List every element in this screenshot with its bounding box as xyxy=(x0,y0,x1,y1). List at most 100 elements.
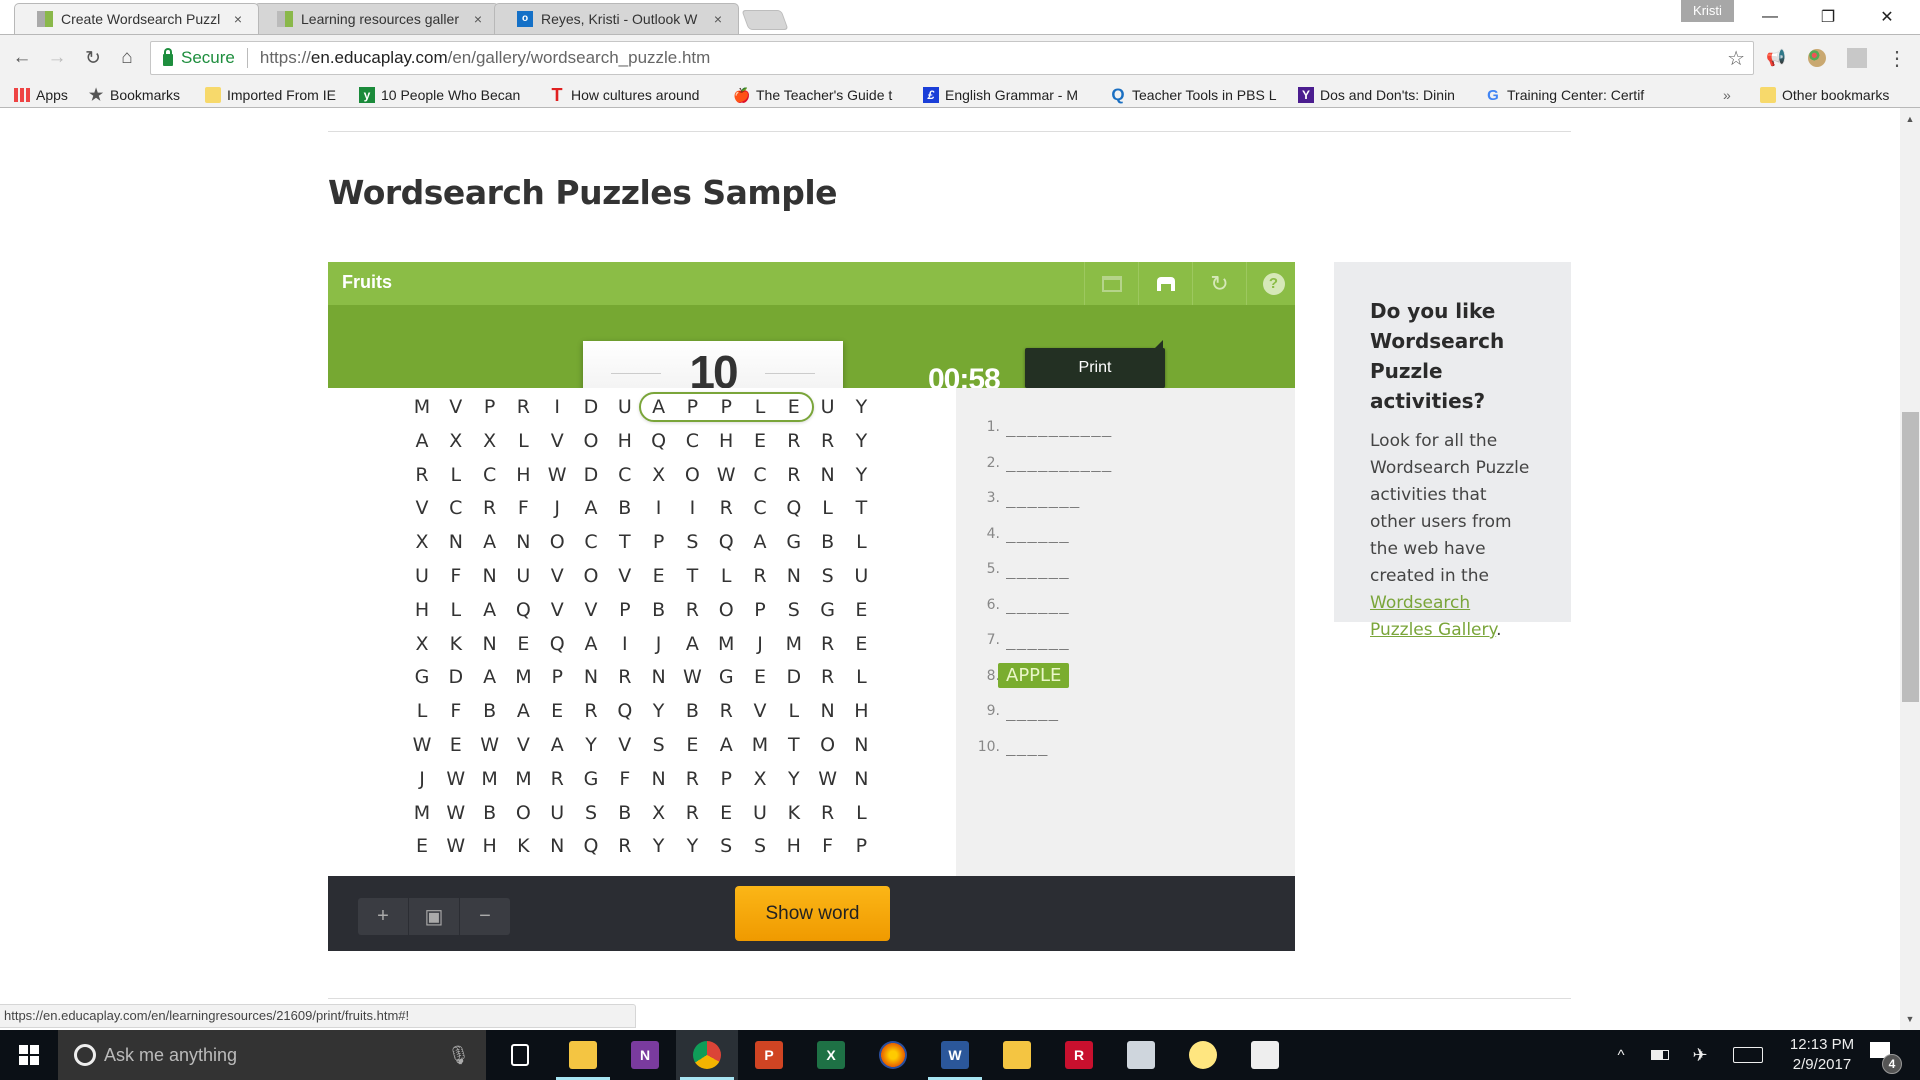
tray-chevron-icon[interactable]: ^ xyxy=(1606,1030,1636,1080)
grid-cell[interactable]: B xyxy=(675,694,709,728)
minimize-button[interactable]: — xyxy=(1747,0,1793,34)
grid-cell[interactable]: W xyxy=(540,458,574,492)
grid-cell[interactable]: W xyxy=(405,728,439,762)
grid-cell[interactable]: L xyxy=(439,458,473,492)
grid-cell[interactable]: P xyxy=(675,390,709,424)
grid-cell[interactable]: E xyxy=(743,660,777,694)
grid-cell[interactable]: J xyxy=(743,627,777,661)
grid-cell[interactable]: V xyxy=(608,728,642,762)
reload-button[interactable]: ↻ xyxy=(79,44,107,72)
taskbar-powerpoint[interactable]: P xyxy=(738,1030,800,1080)
grid-cell[interactable]: L xyxy=(811,491,845,525)
grid-cell[interactable]: I xyxy=(642,491,676,525)
profile-button[interactable]: Kristi xyxy=(1681,0,1734,22)
grid-cell[interactable]: N xyxy=(473,627,507,661)
grid-cell[interactable]: H xyxy=(709,424,743,458)
grid-cell[interactable]: X xyxy=(439,424,473,458)
grid-cell[interactable]: T xyxy=(844,491,878,525)
cortana-search-box[interactable]: Ask me anything 🎙 xyxy=(58,1030,486,1080)
grid-cell[interactable]: Q xyxy=(574,829,608,863)
grid-cell[interactable]: J xyxy=(405,762,439,796)
grid-cell[interactable]: D xyxy=(439,660,473,694)
grid-cell[interactable]: G xyxy=(811,593,845,627)
grid-cell[interactable]: U xyxy=(540,796,574,830)
chrome-menu-icon[interactable]: ⋮ xyxy=(1886,47,1908,70)
grid-cell[interactable]: O xyxy=(506,796,540,830)
grid-cell[interactable]: J xyxy=(642,627,676,661)
taskbar-word[interactable]: W xyxy=(924,1030,986,1080)
grid-cell[interactable]: I xyxy=(675,491,709,525)
grid-cell[interactable]: E xyxy=(506,627,540,661)
grid-cell[interactable]: P xyxy=(608,593,642,627)
grid-cell[interactable]: R xyxy=(709,694,743,728)
grid-cell[interactable]: P xyxy=(473,390,507,424)
grid-cell[interactable]: Q xyxy=(777,491,811,525)
grid-cell[interactable]: O xyxy=(709,593,743,627)
tab-outlook[interactable]: o Reyes, Kristi - Outlook W × xyxy=(494,3,739,34)
grid-cell[interactable]: Q xyxy=(608,694,642,728)
close-tab-icon[interactable]: × xyxy=(710,11,726,27)
grid-cell[interactable]: M xyxy=(405,796,439,830)
grid-cell[interactable]: B xyxy=(811,525,845,559)
grid-cell[interactable]: L xyxy=(844,660,878,694)
grid-cell[interactable]: E xyxy=(777,390,811,424)
grid-cell[interactable]: U xyxy=(844,559,878,593)
grid-cell[interactable]: V xyxy=(540,593,574,627)
grid-cell[interactable]: H xyxy=(405,593,439,627)
grid-cell[interactable]: J xyxy=(540,491,574,525)
grid-cell[interactable]: R xyxy=(777,458,811,492)
bookmark-english-grammar[interactable]: £ English Grammar - M xyxy=(923,85,1093,105)
grid-cell[interactable]: S xyxy=(811,559,845,593)
grid-cell[interactable]: N xyxy=(844,728,878,762)
grid-cell[interactable]: R xyxy=(675,762,709,796)
grid-cell[interactable]: R xyxy=(811,627,845,661)
taskbar-calculator[interactable] xyxy=(1234,1030,1296,1080)
grid-cell[interactable]: O xyxy=(675,458,709,492)
system-clock[interactable]: 12:13 PM 2/9/2017 xyxy=(1777,1035,1867,1075)
scroll-down-arrow[interactable]: ▼ xyxy=(1904,1014,1916,1026)
start-button[interactable] xyxy=(0,1030,58,1080)
grid-cell[interactable]: Q xyxy=(540,627,574,661)
microphone-icon[interactable]: 🎙 xyxy=(447,1045,470,1066)
grid-cell[interactable]: H xyxy=(506,458,540,492)
grid-cell[interactable]: Y xyxy=(574,728,608,762)
grid-cell[interactable]: X xyxy=(405,627,439,661)
grid-cell[interactable]: H xyxy=(608,424,642,458)
grid-cell[interactable]: R xyxy=(608,829,642,863)
grid-cell[interactable]: P xyxy=(709,390,743,424)
grid-cell[interactable]: L xyxy=(709,559,743,593)
grid-cell[interactable]: H xyxy=(473,829,507,863)
grid-cell[interactable]: B xyxy=(642,593,676,627)
bookmark-teacher-tools-pbs[interactable]: Q Teacher Tools in PBS L xyxy=(1110,85,1282,105)
bookmark-teachers-guide[interactable]: 🍎 The Teacher's Guide t xyxy=(734,85,906,105)
grid-cell[interactable]: R xyxy=(811,796,845,830)
grid-cell[interactable]: Y xyxy=(642,694,676,728)
grid-cell[interactable]: I xyxy=(540,390,574,424)
bookmark-apps[interactable]: Apps xyxy=(14,85,68,105)
grid-cell[interactable]: M xyxy=(743,728,777,762)
grid-cell[interactable]: L xyxy=(844,525,878,559)
palette-extension-icon[interactable] xyxy=(1806,47,1828,69)
grid-cell[interactable]: Y xyxy=(675,829,709,863)
home-button[interactable]: ⌂ xyxy=(113,44,141,72)
grid-cell[interactable]: N xyxy=(811,458,845,492)
bookmark-10-people[interactable]: y 10 People Who Becan xyxy=(359,85,531,105)
grid-cell[interactable]: A xyxy=(473,593,507,627)
grid-cell[interactable]: M xyxy=(405,390,439,424)
battery-icon[interactable] xyxy=(1645,1030,1675,1080)
grid-cell[interactable]: B xyxy=(473,694,507,728)
grid-cell[interactable]: F xyxy=(811,829,845,863)
grid-cell[interactable]: A xyxy=(642,390,676,424)
grid-cell[interactable]: C xyxy=(608,458,642,492)
grid-cell[interactable]: U xyxy=(506,559,540,593)
grid-cell[interactable]: A xyxy=(574,627,608,661)
grid-cell[interactable]: E xyxy=(439,728,473,762)
grid-cell[interactable]: T xyxy=(608,525,642,559)
grid-cell[interactable]: U xyxy=(743,796,777,830)
grid-cell[interactable]: R xyxy=(675,796,709,830)
grid-cell[interactable]: R xyxy=(743,559,777,593)
restore-button[interactable]: ❐ xyxy=(1805,0,1851,34)
bookmark-how-cultures[interactable]: T How cultures around xyxy=(549,85,714,105)
grid-cell[interactable]: S xyxy=(777,593,811,627)
grid-cell[interactable]: F xyxy=(608,762,642,796)
